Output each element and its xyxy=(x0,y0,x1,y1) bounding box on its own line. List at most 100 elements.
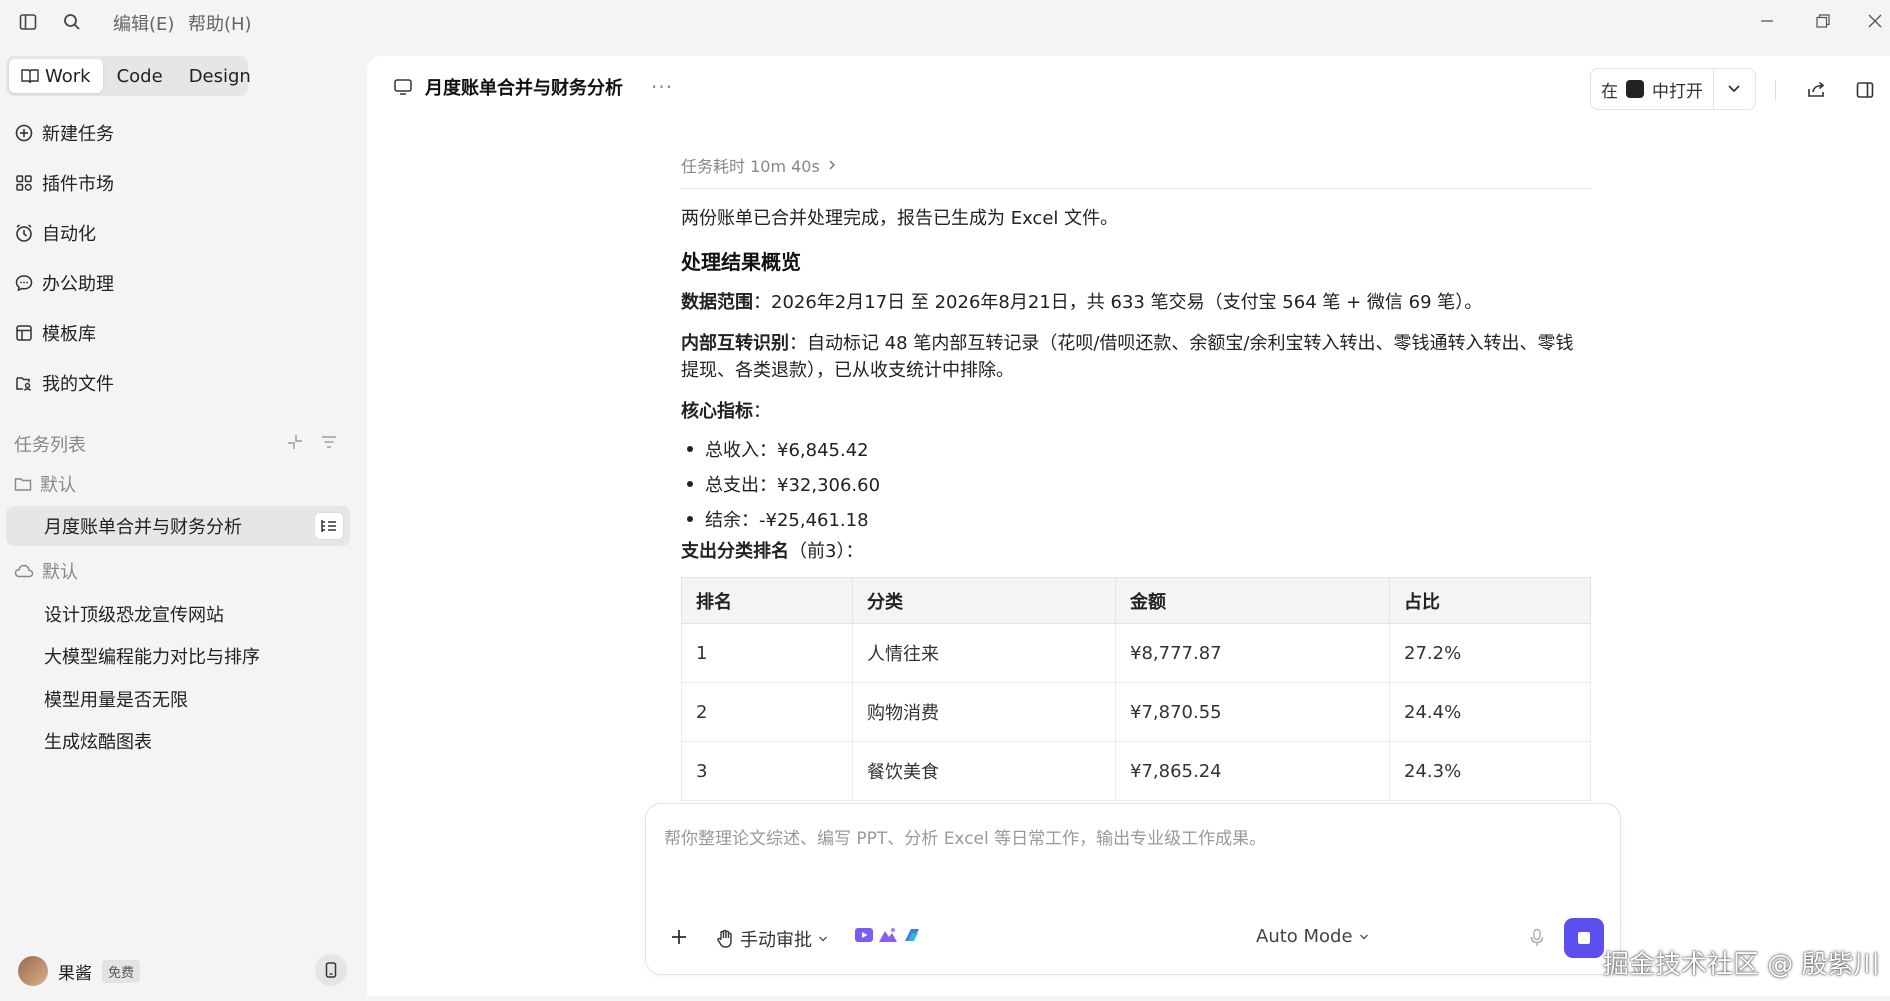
kpi-paragraph: 核心指标： xyxy=(681,398,1591,425)
message-composer: 手动审批 Auto Mode xyxy=(645,803,1621,975)
duration-text: 任务耗时 10m 40s xyxy=(681,157,820,176)
nav-new-task[interactable]: 新建任务 xyxy=(14,118,114,148)
table-cell: 1 xyxy=(681,623,853,683)
plan-badge: 免费 xyxy=(102,959,141,983)
share-icon[interactable] xyxy=(1803,76,1831,104)
open-in-prefix: 在 xyxy=(1601,81,1618,102)
chevron-down-icon xyxy=(1359,934,1368,939)
title-bar: 编辑(E) 帮助(H) xyxy=(0,0,1890,44)
mode-tab-label: Design xyxy=(188,65,251,87)
kpi-colon: ： xyxy=(753,401,771,422)
metric-balance: 结余：-¥25,461.18 xyxy=(681,501,1591,536)
chevron-down-icon xyxy=(1727,85,1740,93)
kpi-label: 核心指标 xyxy=(681,401,753,422)
mobile-device-button[interactable] xyxy=(315,954,347,986)
restore-button[interactable] xyxy=(1808,8,1838,34)
metrics-list: 总收入：¥6,845.42 总支出：¥32,306.60 结余：-¥25,461… xyxy=(681,431,1591,536)
avatar xyxy=(18,956,48,986)
filter-icon[interactable] xyxy=(320,433,338,456)
mode-tab-work[interactable]: Work xyxy=(9,59,103,93)
list-icon xyxy=(321,520,336,532)
more-options-button[interactable]: ··· xyxy=(651,75,673,99)
watermark: 掘金技术社区 @ 殷紫川 xyxy=(1603,950,1880,980)
new-task-icon xyxy=(15,124,33,142)
nav-my-files[interactable]: 我的文件 xyxy=(14,368,114,398)
task-label: 月度账单合并与财务分析 xyxy=(44,517,242,538)
page-title: 月度账单合并与财务分析 xyxy=(425,78,623,99)
mode-label: Auto Mode xyxy=(1256,926,1353,947)
menu-help[interactable]: 帮助(H) xyxy=(188,10,252,36)
media-tools[interactable] xyxy=(854,926,922,944)
nav-label: 新建任务 xyxy=(42,124,114,145)
mode-tab-label: Work xyxy=(45,65,91,87)
sidebar-toggle-icon[interactable] xyxy=(16,10,40,34)
clock-icon xyxy=(16,224,32,242)
files-icon xyxy=(16,377,32,391)
open-in-main[interactable]: 在 中打开 xyxy=(1591,69,1713,109)
table-row: 3 餐饮美食 ¥7,865.24 24.3% xyxy=(681,741,1591,801)
task-label: 设计顶级恐龙宣传网站 xyxy=(44,605,224,626)
book-icon xyxy=(21,69,39,84)
table-cell: 2 xyxy=(681,682,853,742)
mode-switch: Work Code Design xyxy=(6,56,251,96)
task-duration[interactable]: 任务耗时 10m 40s xyxy=(681,150,1591,180)
table-cell: 3 xyxy=(681,741,853,801)
ranking-suffix: （前3）： xyxy=(789,541,864,562)
attach-button[interactable] xyxy=(670,928,688,946)
task-outline-button[interactable] xyxy=(314,512,344,540)
chevron-down-icon xyxy=(819,936,827,942)
nav-plugin-market[interactable]: 插件市场 xyxy=(14,168,114,198)
minimize-button[interactable] xyxy=(1752,8,1782,34)
task-item[interactable]: 模型用量是否无限 xyxy=(6,679,350,719)
auto-mode-dropdown[interactable]: Auto Mode xyxy=(1256,926,1369,947)
microphone-button[interactable] xyxy=(1530,928,1544,948)
metric-income: 总收入：¥6,845.42 xyxy=(681,431,1591,466)
plus-icon xyxy=(672,930,686,944)
metric-expense: 总支出：¥32,306.60 xyxy=(681,466,1591,501)
user-name: 果酱 xyxy=(58,963,92,984)
nav-label: 插件市场 xyxy=(42,174,114,195)
task-item[interactable]: 生成炫酷图表 xyxy=(6,721,350,761)
approval-mode-dropdown[interactable]: 手动审批 xyxy=(716,926,828,952)
hand-icon xyxy=(717,929,732,948)
mode-tab-code[interactable]: Code xyxy=(105,59,175,93)
menu-edit[interactable]: 编辑(E) xyxy=(113,10,174,36)
ranking-label: 支出分类排名 xyxy=(681,541,789,562)
table-row: 2 购物消费 ¥7,870.55 24.4% xyxy=(681,682,1591,742)
main-header: 月度账单合并与财务分析 ··· xyxy=(393,74,673,100)
intro-text: 两份账单已合并处理完成，报告已生成为 Excel 文件。 xyxy=(681,208,1119,229)
open-in-dropdown[interactable] xyxy=(1713,69,1753,109)
nav-office-assistant[interactable]: 办公助理 xyxy=(14,268,114,298)
chat-icon xyxy=(15,275,33,292)
range-text: ：2026年2月17日 至 2026年8月21日，共 633 笔交易（支付宝 5… xyxy=(753,292,1483,313)
table-row: 1 人情往来 ¥8,777.87 27.2% xyxy=(681,623,1591,683)
mode-tab-label: Code xyxy=(116,65,163,87)
close-button[interactable] xyxy=(1860,8,1890,34)
search-icon[interactable] xyxy=(60,10,84,34)
task-item-active[interactable]: 月度账单合并与财务分析 xyxy=(6,506,350,546)
transfer-text: ：自动标记 48 笔内部互转记录（花呗/借呗还款、余额宝/余利宝转入转出、零钱通… xyxy=(681,333,1574,381)
column-header: 排名 xyxy=(681,577,853,624)
nav-label: 办公助理 xyxy=(42,274,114,295)
folder-cloud-default[interactable]: 默认 xyxy=(14,556,78,586)
range-paragraph: 数据范围：2026年2月17日 至 2026年8月21日，共 633 笔交易（支… xyxy=(681,289,1591,316)
user-profile[interactable]: 果酱 免费 xyxy=(18,956,141,986)
message-input[interactable] xyxy=(664,824,1594,904)
nav-template-library[interactable]: 模板库 xyxy=(14,318,96,348)
task-item[interactable]: 大模型编程能力对比与排序 xyxy=(6,636,350,676)
folder-local-default[interactable]: 默认 xyxy=(14,469,76,499)
stop-button[interactable] xyxy=(1564,918,1604,958)
overview-heading: 处理结果概览 xyxy=(681,250,801,274)
nav-label: 模板库 xyxy=(42,324,96,345)
main-panel: 月度账单合并与财务分析 ··· 在 中打开 任务耗时 10m 40s 两份账单已… xyxy=(367,56,1890,996)
mode-tab-design[interactable]: Design xyxy=(177,59,263,93)
table-cell: 人情往来 xyxy=(852,623,1116,683)
collapse-icon[interactable] xyxy=(286,433,304,456)
folder-icon xyxy=(14,478,32,491)
side-panel-icon[interactable] xyxy=(1851,76,1879,104)
template-icon xyxy=(16,325,32,341)
nav-automation[interactable]: 自动化 xyxy=(14,218,96,248)
task-item[interactable]: 设计顶级恐龙宣传网站 xyxy=(6,594,350,634)
table-cell: 24.3% xyxy=(1389,741,1591,801)
open-in-button[interactable]: 在 中打开 xyxy=(1590,68,1756,110)
